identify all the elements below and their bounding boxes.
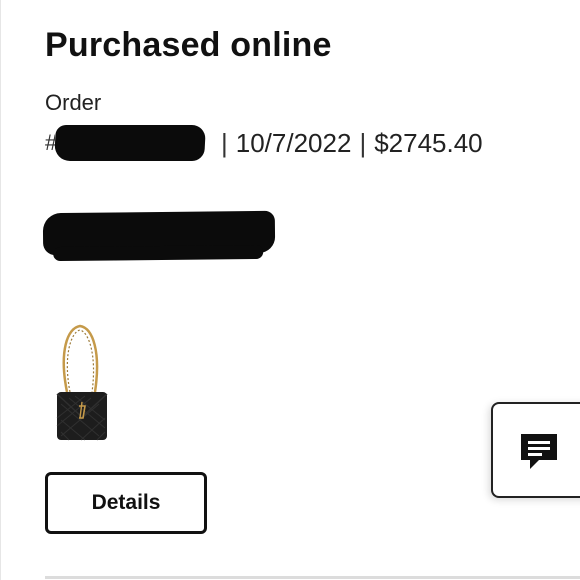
- order-date: 10/7/2022: [235, 127, 352, 158]
- chat-button[interactable]: [491, 402, 580, 498]
- order-summary-line: # | 10/7/2022 | $2745.40: [45, 125, 483, 161]
- order-label: Order: [45, 90, 102, 115]
- details-button[interactable]: Details: [45, 472, 207, 534]
- chat-icon: [521, 434, 557, 469]
- order-total: $2745.40: [374, 127, 483, 158]
- page-title: Purchased online: [45, 26, 332, 64]
- divider: [45, 576, 580, 579]
- redacted-text-block: [42, 210, 276, 256]
- redacted-order-number: [54, 125, 206, 161]
- order-number-prefix: #: [45, 130, 55, 156]
- shoulder-bag-icon: [56, 324, 108, 441]
- separator: |: [221, 127, 228, 158]
- separator: |: [359, 127, 367, 158]
- order-card: Purchased online Order # | 10/7/2022 | $…: [0, 0, 580, 580]
- product-thumbnail[interactable]: [49, 322, 113, 444]
